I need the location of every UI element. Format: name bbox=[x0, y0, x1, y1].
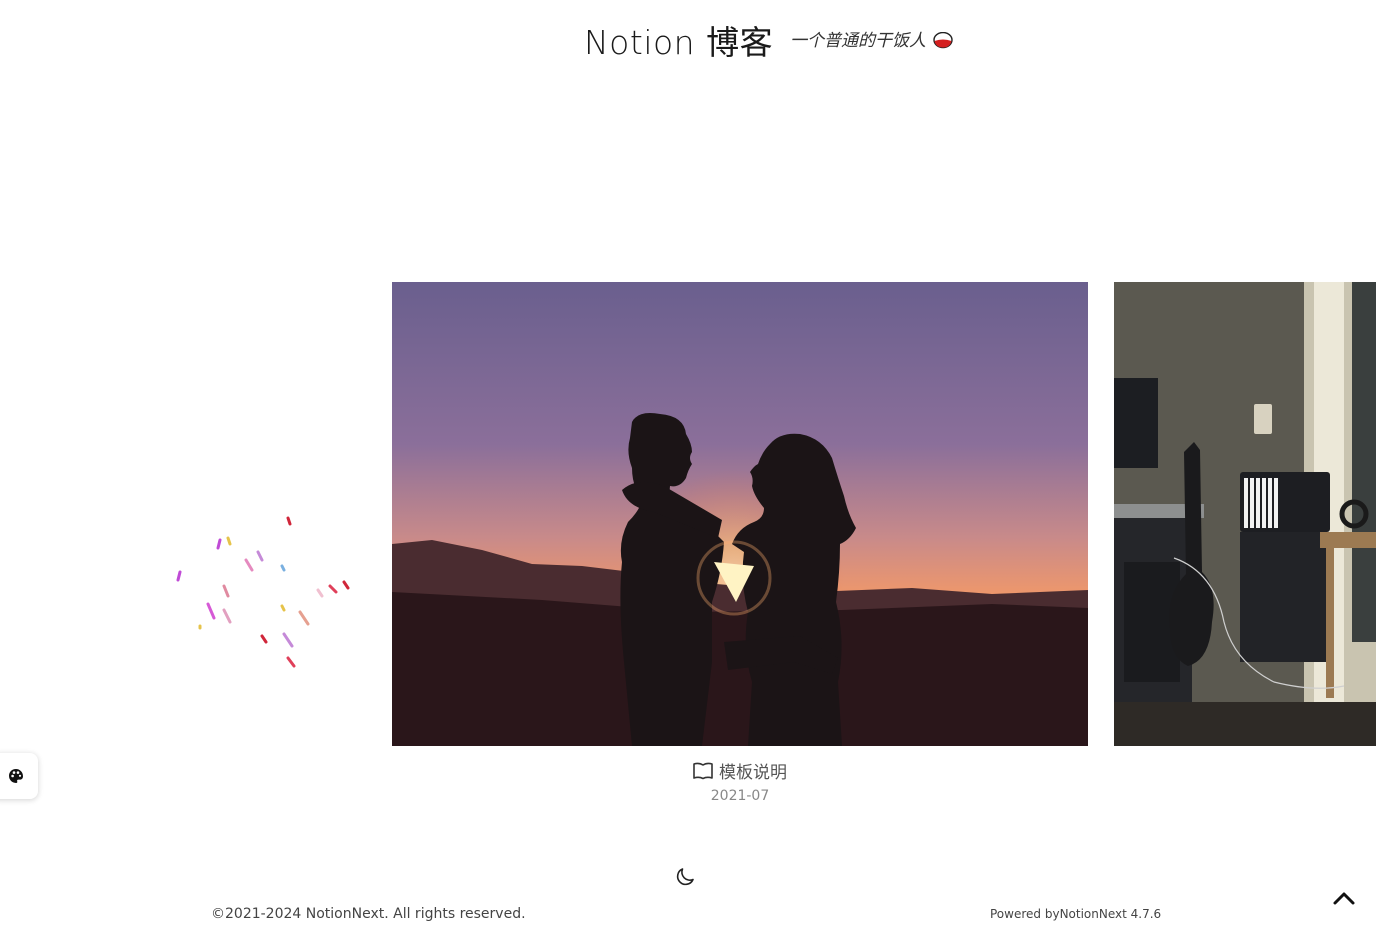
footer-powered-by: Powered byNotionNext 4.7.6 bbox=[990, 907, 1161, 921]
moon-icon bbox=[676, 868, 694, 886]
book-icon bbox=[693, 762, 713, 779]
site-subtitle-text: 一个普通的干饭人 bbox=[790, 31, 926, 51]
notionnext-link[interactable]: NotionNext 4.7.6 bbox=[1060, 907, 1162, 921]
powered-by-prefix: Powered by bbox=[990, 907, 1060, 921]
site-title[interactable]: Notion 博客 bbox=[584, 16, 773, 64]
post-title: 模板说明 bbox=[719, 763, 787, 783]
featured-post-image[interactable] bbox=[392, 282, 1088, 746]
footer-copyright: ©2021-2024 NotionNext. All rights reserv… bbox=[211, 906, 526, 922]
palette-icon bbox=[9, 769, 23, 783]
theme-switch-button[interactable] bbox=[0, 753, 38, 799]
back-to-top-button[interactable] bbox=[1331, 886, 1357, 910]
post-date: 2021-07 bbox=[710, 787, 770, 804]
rice-bowl-icon bbox=[933, 32, 954, 49]
post-title-link[interactable]: 模板说明 bbox=[693, 758, 787, 783]
site-header: Notion 博客 一个普通的干饭人 bbox=[0, 14, 1376, 64]
chevron-up-icon bbox=[1333, 892, 1355, 905]
confetti-decoration bbox=[176, 516, 350, 668]
next-post-image[interactable] bbox=[1114, 282, 1376, 746]
slide-caption: 模板说明 2021-07 bbox=[392, 758, 1088, 804]
site-subtitle: 一个普通的干饭人 bbox=[790, 26, 954, 51]
dark-mode-toggle[interactable] bbox=[674, 864, 698, 888]
